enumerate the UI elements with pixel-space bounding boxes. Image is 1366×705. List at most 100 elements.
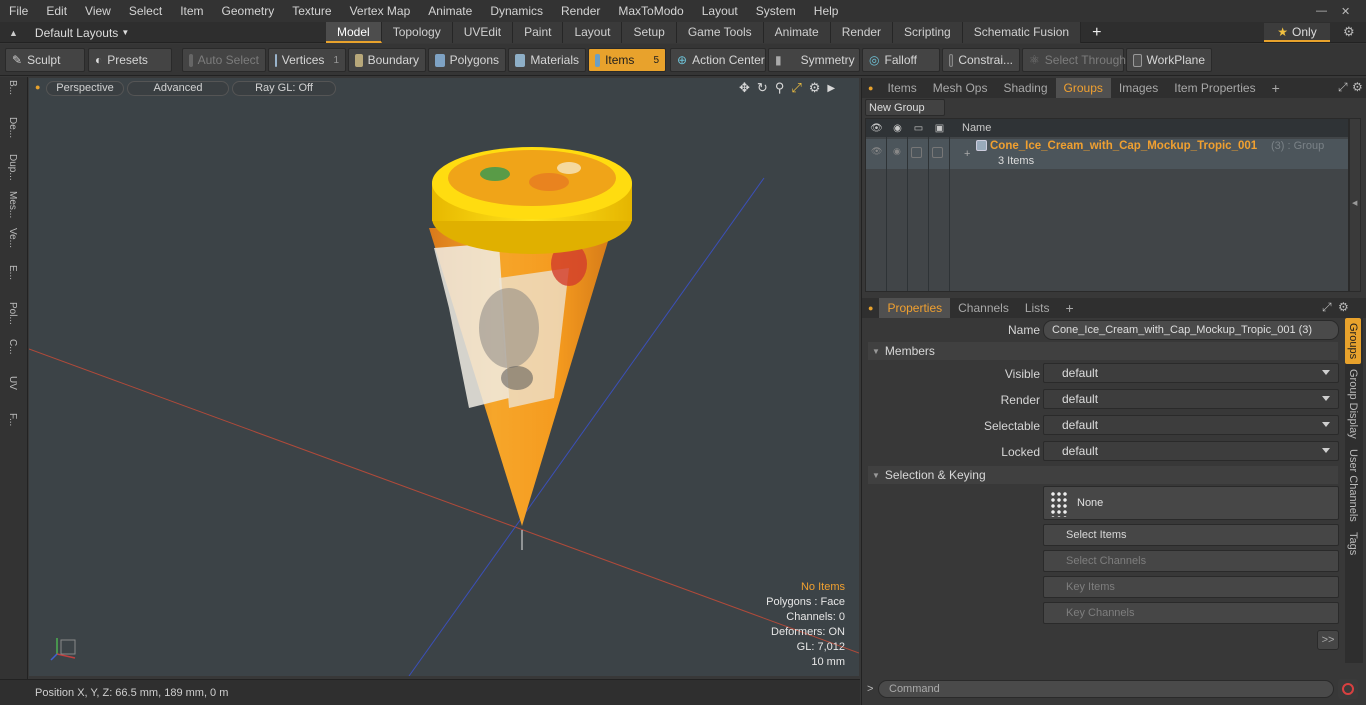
- tab-game-tools[interactable]: Game Tools: [676, 22, 764, 43]
- group-row[interactable]: 👁 ◉ + Cone_Ice_Cream_with_Cap_Mockup_Tro…: [866, 139, 1348, 169]
- tab-mesh-ops[interactable]: Mesh Ops: [925, 78, 996, 98]
- menu-select[interactable]: Select: [120, 0, 171, 22]
- symmetry-button[interactable]: ▮ Symmetry: [768, 48, 860, 72]
- menu-render[interactable]: Render: [552, 0, 609, 22]
- tab-render[interactable]: Render: [830, 22, 894, 43]
- maximize-view-icon[interactable]: ⤢: [791, 80, 801, 96]
- lefttab-uv[interactable]: UV: [7, 376, 18, 410]
- selectable-dropdown[interactable]: default: [1043, 415, 1339, 435]
- close-icon[interactable]: ✕: [1341, 5, 1350, 18]
- tab-scripting[interactable]: Scripting: [893, 22, 963, 43]
- lock-icon[interactable]: ▣: [929, 123, 950, 134]
- presets-button[interactable]: ◐ Presets: [88, 48, 172, 72]
- select-channels-button[interactable]: Select Channels: [1043, 550, 1339, 572]
- constraints-button[interactable]: Constrai...: [942, 48, 1020, 72]
- minimize-icon[interactable]: —: [1316, 5, 1327, 17]
- tab-channels[interactable]: Channels: [950, 298, 1017, 318]
- tab-layout[interactable]: Layout: [563, 22, 623, 43]
- tab-setup[interactable]: Setup: [622, 22, 677, 43]
- tab-item-properties[interactable]: Item Properties: [1166, 78, 1263, 98]
- tab-model[interactable]: Model: [326, 22, 382, 43]
- menu-animate[interactable]: Animate: [419, 0, 481, 22]
- expand-plus-icon[interactable]: +: [964, 148, 970, 160]
- properties-expand-icon[interactable]: ⤢: [1322, 300, 1332, 315]
- add-properties-tab-button[interactable]: +: [1058, 298, 1082, 318]
- sculpt-button[interactable]: ✎ Sculpt: [5, 48, 85, 72]
- viewport-settings-gear-icon[interactable]: ⚙: [809, 80, 821, 96]
- render-icon[interactable]: ◉: [887, 123, 908, 134]
- raygl-toggle[interactable]: Ray GL: Off: [232, 81, 336, 96]
- menu-edit[interactable]: Edit: [37, 0, 76, 22]
- panel-expand-icon[interactable]: ⤢: [1338, 80, 1348, 95]
- expand-arrow-icon[interactable]: ▶: [827, 83, 835, 94]
- falloff-button[interactable]: ◎ Falloff: [862, 48, 940, 72]
- shading-mode-dropdown[interactable]: Advanced: [127, 81, 229, 96]
- menu-view[interactable]: View: [76, 0, 120, 22]
- lefttab-curve[interactable]: C...: [7, 339, 18, 373]
- key-items-button[interactable]: Key Items: [1043, 576, 1339, 598]
- name-field[interactable]: Cone_Ice_Cream_with_Cap_Mockup_Tropic_00…: [1043, 320, 1339, 340]
- lefttab-basic[interactable]: B...: [7, 80, 18, 114]
- tab-paint[interactable]: Paint: [513, 22, 564, 43]
- menu-file[interactable]: File: [0, 0, 37, 22]
- lefttab-deform[interactable]: De...: [7, 117, 18, 151]
- zoom-view-icon[interactable]: ⚲: [775, 80, 785, 96]
- workplane-button[interactable]: WorkPlane: [1126, 48, 1212, 72]
- menu-item[interactable]: Item: [171, 0, 212, 22]
- tab-schematic-fusion[interactable]: Schematic Fusion: [962, 22, 1082, 43]
- materials-button[interactable]: Materials: [508, 48, 586, 72]
- key-channels-button[interactable]: Key Channels: [1043, 602, 1339, 624]
- select-lock-icon[interactable]: ▭: [908, 123, 929, 134]
- lefttab-vertex[interactable]: Ve...: [7, 228, 18, 262]
- settings-gear-icon[interactable]: ⚙: [1343, 24, 1355, 40]
- lefttab-polygon[interactable]: Pol...: [7, 302, 18, 336]
- menu-help[interactable]: Help: [805, 0, 848, 22]
- lefttab-mesh[interactable]: Mes...: [7, 191, 18, 225]
- row-visibility-icon[interactable]: 👁: [871, 146, 882, 157]
- menu-texture[interactable]: Texture: [283, 0, 340, 22]
- record-button[interactable]: [1338, 679, 1358, 699]
- group-list-scrollbar[interactable]: ◀: [1349, 118, 1361, 292]
- new-group-button[interactable]: New Group: [865, 99, 945, 116]
- select-through-button[interactable]: ⚛ Select Through: [1022, 48, 1126, 72]
- row-render-icon[interactable]: ◉: [893, 146, 901, 157]
- none-selector[interactable]: None: [1043, 486, 1339, 520]
- tab-shading[interactable]: Shading: [995, 78, 1055, 98]
- menu-layout[interactable]: Layout: [693, 0, 747, 22]
- select-items-button[interactable]: Select Items: [1043, 524, 1339, 546]
- lefttab-fusion[interactable]: F...: [7, 413, 18, 447]
- locked-dropdown[interactable]: default: [1043, 441, 1339, 461]
- sidetab-group-display[interactable]: Group Display: [1345, 364, 1361, 444]
- sidetab-groups[interactable]: Groups: [1345, 318, 1361, 365]
- menu-geometry[interactable]: Geometry: [213, 0, 284, 22]
- tab-uvedit[interactable]: UVEdit: [452, 22, 514, 43]
- menu-system[interactable]: System: [747, 0, 805, 22]
- tab-lists[interactable]: Lists: [1017, 298, 1058, 318]
- sidetab-user-channels[interactable]: User Channels: [1345, 444, 1361, 527]
- move-view-icon[interactable]: ✥: [739, 80, 750, 96]
- column-name-header[interactable]: Name: [962, 122, 991, 134]
- lefttab-duplicate[interactable]: Dup...: [7, 154, 18, 188]
- boundary-button[interactable]: Boundary: [348, 48, 426, 72]
- items-button[interactable]: Items 5: [588, 48, 666, 72]
- polygons-button[interactable]: Polygons: [428, 48, 506, 72]
- tab-groups[interactable]: Groups: [1055, 78, 1111, 98]
- view-mode-dropdown[interactable]: Perspective: [46, 81, 124, 96]
- action-center-button[interactable]: ⊕ Action Center: [670, 48, 766, 72]
- more-button[interactable]: >>: [1317, 630, 1339, 650]
- visibility-eye-icon[interactable]: 👁: [866, 123, 887, 134]
- command-input[interactable]: Command: [878, 680, 1334, 698]
- render-dropdown[interactable]: default: [1043, 389, 1339, 409]
- tab-topology[interactable]: Topology: [381, 22, 453, 43]
- auto-select-button[interactable]: Auto Select: [182, 48, 266, 72]
- add-tab-button[interactable]: +: [1081, 22, 1112, 43]
- tab-animate[interactable]: Animate: [763, 22, 831, 43]
- visible-dropdown[interactable]: default: [1043, 363, 1339, 383]
- add-panel-tab-button[interactable]: +: [1264, 78, 1288, 98]
- properties-gear-icon[interactable]: ⚙: [1338, 300, 1349, 314]
- row-select-checkbox[interactable]: [911, 147, 922, 158]
- vertices-button[interactable]: Vertices 1: [268, 48, 346, 72]
- layout-selector[interactable]: ▲ Default Layouts ▼: [0, 22, 200, 43]
- layout-up-icon[interactable]: ▲: [9, 28, 18, 38]
- selection-keying-section[interactable]: ▼ Selection & Keying: [868, 466, 1338, 484]
